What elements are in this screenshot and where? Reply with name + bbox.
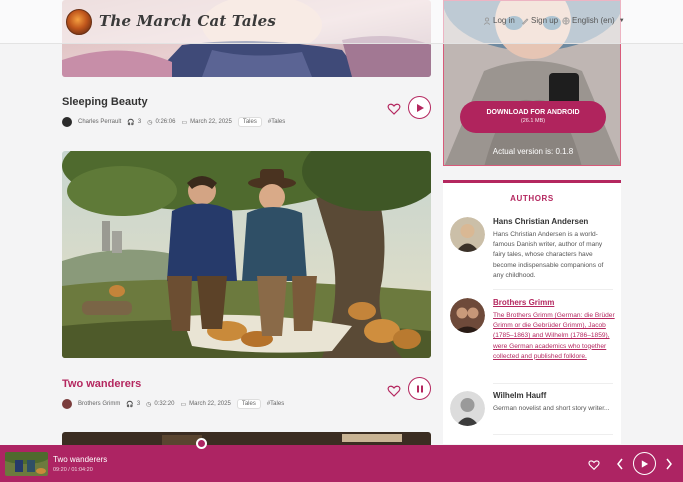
author-avatar <box>62 117 72 127</box>
chevron-down-icon: ▼ <box>618 17 625 24</box>
story-tag[interactable]: #Tales <box>267 401 284 407</box>
story-date-value: March 22, 2025 <box>190 119 232 125</box>
language-label: English (en) <box>572 16 615 25</box>
story-listens: 🎧 3 <box>126 401 140 408</box>
story-illustration <box>62 432 431 445</box>
story-listens: 🎧 3 <box>127 119 141 126</box>
next-chevron-icon[interactable] <box>665 458 673 470</box>
story-date: ▭ March 22, 2025 <box>181 119 231 126</box>
play-icon <box>641 459 649 468</box>
download-button-label: DOWNLOAD FOR ANDROID <box>486 109 580 116</box>
user-icon <box>483 17 491 25</box>
site-header: The March Cat Tales Log in Sign up Engli… <box>0 0 683 44</box>
story-meta: Charles Perrault 🎧 3 ◷ 0:26:06 ▭ March 22, … <box>62 117 285 127</box>
author-avatar <box>62 399 72 409</box>
author-photo <box>450 298 485 333</box>
story-image-next[interactable] <box>62 432 431 445</box>
story-category[interactable]: Tales <box>237 117 262 127</box>
login-label: Log in <box>493 16 515 25</box>
author-item[interactable]: Hans Christian Andersen Hans Christian A… <box>450 217 614 287</box>
authors-title: AUTHORS <box>510 194 554 203</box>
signup-label: Sign up <box>531 16 559 25</box>
language-selector[interactable]: English (en) ▼ <box>562 16 625 25</box>
author-photo <box>450 391 485 426</box>
story-date: ▭ March 22, 2025 <box>180 401 230 408</box>
calendar-icon: ▭ <box>180 401 187 408</box>
story-listens-count: 3 <box>137 119 142 125</box>
globe-icon <box>562 16 570 25</box>
author-description: The Brothers Grimm (German: die Brüder G… <box>493 312 615 360</box>
player-play-button[interactable] <box>633 452 656 475</box>
player-title: Two wanderers <box>53 455 108 464</box>
authors-panel: AUTHORS Hans Christian Andersen Hans Chr… <box>443 180 621 444</box>
download-android-button[interactable]: DOWNLOAD FOR ANDROID (26.1 MB) <box>460 101 606 133</box>
story-image-two-wanderers[interactable] <box>62 151 431 358</box>
player-time: 09:20 / 01:04:20 <box>53 467 93 473</box>
calendar-icon: ▭ <box>181 119 188 126</box>
story-meta: Brothers Grimm 🎧 3 ◷ 0:32:20 ▭ March 22, 20… <box>62 399 284 409</box>
divider <box>493 289 613 290</box>
story-duration-value: 0:26:06 <box>155 119 176 125</box>
audio-player-bar: Two wanderers 09:20 / 01:04:20 <box>0 445 683 482</box>
signup-link[interactable]: Sign up <box>521 16 558 25</box>
pause-button[interactable] <box>408 377 431 400</box>
author-name: Wilhelm Hauff <box>493 391 547 400</box>
story-duration: ◷ 0:26:06 <box>147 119 175 126</box>
author-name: Brothers Grimm <box>493 298 555 307</box>
story-title[interactable]: Two wanderers <box>62 378 141 390</box>
story-tag[interactable]: #Tales <box>268 119 285 125</box>
story-author[interactable]: Brothers Grimm <box>62 399 120 409</box>
author-photo <box>450 217 485 252</box>
play-icon <box>416 103 424 112</box>
story-category[interactable]: Tales <box>236 399 261 409</box>
divider <box>493 383 613 384</box>
story-duration-value: 0:32:20 <box>154 401 175 407</box>
clock-icon: ◷ <box>146 401 152 408</box>
favorite-heart-icon[interactable] <box>387 384 401 398</box>
headphones-icon: 🎧 <box>126 401 134 408</box>
player-thumbnail <box>5 452 48 476</box>
login-link[interactable]: Log in <box>483 16 515 25</box>
app-version: Actual version is: 0.1.8 <box>492 147 574 156</box>
site-logo-text[interactable]: The March Cat Tales <box>99 12 276 30</box>
author-description: German novelist and short story writer..… <box>493 405 610 412</box>
play-button[interactable] <box>408 96 431 119</box>
story-author[interactable]: Charles Perrault <box>62 117 121 127</box>
divider <box>493 434 613 435</box>
download-size: (26.1 MB) <box>520 118 546 124</box>
progress-slider-handle[interactable] <box>196 438 207 449</box>
clock-icon: ◷ <box>147 119 153 126</box>
pencil-icon <box>522 17 529 25</box>
author-name: Hans Christian Andersen <box>493 217 589 226</box>
story-author-name: Brothers Grimm <box>78 401 121 407</box>
story-illustration <box>62 151 431 358</box>
favorite-heart-icon[interactable] <box>387 102 401 116</box>
author-item[interactable]: Brothers Grimm The Brothers Grimm (Germa… <box>450 298 615 378</box>
headphones-icon: 🎧 <box>127 119 135 126</box>
story-listens-count: 3 <box>136 401 141 407</box>
author-description: Hans Christian Andersen is a world-famou… <box>493 231 604 279</box>
story-author-name: Charles Perrault <box>78 119 122 125</box>
story-date-value: March 22, 2025 <box>189 401 231 407</box>
previous-chevron-icon[interactable] <box>616 458 624 470</box>
story-duration: ◷ 0:32:20 <box>146 401 174 408</box>
player-heart-icon[interactable] <box>588 459 600 471</box>
logo-icon[interactable] <box>66 9 92 35</box>
story-title[interactable]: Sleeping Beauty <box>62 96 148 108</box>
pause-icon <box>416 385 423 392</box>
